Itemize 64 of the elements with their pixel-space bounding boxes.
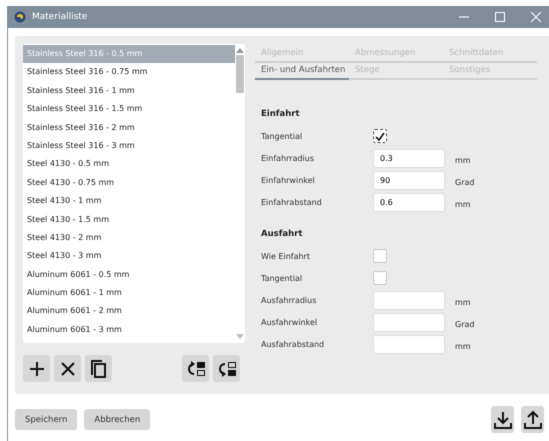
list-item[interactable]: Stainless Steel 316 - 1.5 mm <box>23 100 235 119</box>
input-field[interactable] <box>373 312 445 332</box>
input-field[interactable]: 0.6 <box>373 192 445 212</box>
move-up-button[interactable] <box>182 355 209 382</box>
list-item[interactable]: Stainless Steel 316 - 1 mm <box>23 82 235 100</box>
list-item[interactable]: Steel 4130 - 1.5 mm <box>23 210 235 229</box>
input-field[interactable]: 90 <box>373 170 445 190</box>
list-item[interactable]: Aluminum 6061 - 0.5 mm <box>23 266 235 284</box>
upload-icon <box>524 410 542 428</box>
list-item[interactable]: Steel 4130 - 1 mm <box>23 192 235 211</box>
copy-icon <box>90 358 108 378</box>
section-heading: Einfahrt <box>261 108 301 121</box>
unit-label: mm <box>455 342 471 350</box>
list-item[interactable]: Aluminum 6061 - 2 mm <box>23 302 235 321</box>
input-field[interactable] <box>373 334 445 354</box>
unit-label: Grad <box>455 178 474 186</box>
list-item[interactable]: Stainless Steel 316 - 0.75 mm <box>23 63 235 82</box>
plus-icon <box>28 360 46 378</box>
unit-label: mm <box>455 200 471 208</box>
cross-icon <box>58 360 76 378</box>
scroll-up-icon[interactable] <box>236 47 244 53</box>
section-heading: Ausfahrt <box>261 228 304 241</box>
unit-label: mm <box>455 156 471 164</box>
field-label: Tangential <box>261 132 304 140</box>
window-title: Materialliste <box>32 12 88 22</box>
text-button[interactable]: Speichern <box>15 409 78 430</box>
list-item[interactable]: Steel 4130 - 0.5 mm <box>23 155 235 174</box>
tab[interactable]: Ein- und Ausfahrten <box>255 63 349 80</box>
move-down-button[interactable] <box>213 355 240 382</box>
field-label: Tangential <box>261 274 304 282</box>
input-field[interactable] <box>373 290 445 310</box>
field-label: Einfahrwinkel <box>261 176 316 184</box>
checkmark-icon <box>375 132 385 140</box>
delete-button[interactable] <box>54 355 81 382</box>
close-icon[interactable] <box>531 12 541 22</box>
scroll-down-icon[interactable] <box>236 334 244 340</box>
list-item[interactable]: Steel 4130 - 3 mm <box>23 247 235 266</box>
field-label: Ausfahrwinkel <box>261 318 318 326</box>
list-item[interactable]: Stainless Steel 316 - 3 mm <box>23 136 235 156</box>
scroll-thumb[interactable] <box>236 55 244 93</box>
list-item[interactable]: Aluminum 6061 - 3 mm <box>23 320 235 340</box>
unit-label: Grad <box>455 320 474 328</box>
field-label: Einfahrradius <box>261 154 316 162</box>
field-label: Einfahrabstand <box>261 198 323 206</box>
move-up-icon <box>186 360 206 378</box>
import-button[interactable] <box>491 406 514 433</box>
input-field[interactable]: 0.3 <box>373 148 445 168</box>
download-icon <box>494 410 512 428</box>
move-down-icon <box>216 360 236 378</box>
text-button[interactable]: Abbrechen <box>84 409 150 430</box>
copy-button[interactable] <box>85 355 112 382</box>
maximize-icon[interactable] <box>495 12 505 22</box>
list-item[interactable]: Steel 4130 - 0.75 mm <box>23 174 235 192</box>
checkbox[interactable] <box>373 129 387 143</box>
list-item[interactable]: Stainless Steel 316 - 2 mm <box>23 118 235 137</box>
unit-label: mm <box>455 298 471 306</box>
field-label: Ausfahrradius <box>261 296 318 304</box>
list-item[interactable]: Steel 4130 - 2 mm <box>23 228 235 248</box>
field-label: Ausfahrabstand <box>261 340 326 348</box>
add-button[interactable] <box>23 355 50 382</box>
app-icon <box>14 11 26 23</box>
field-label: Wie Einfahrt <box>261 252 311 260</box>
list-item[interactable]: Aluminum 6061 - 1 mm <box>23 284 235 302</box>
export-button[interactable] <box>521 406 544 433</box>
